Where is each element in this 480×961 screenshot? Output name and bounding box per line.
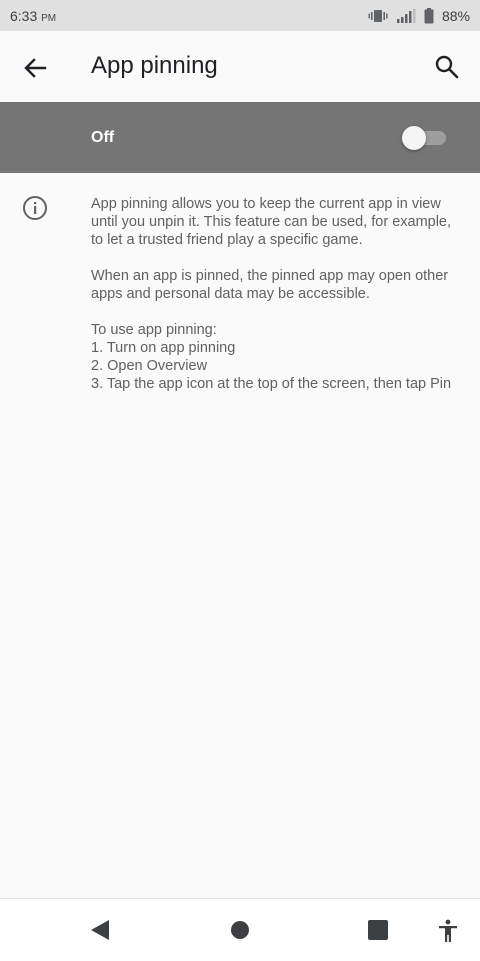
nav-recents-button[interactable] bbox=[366, 919, 390, 941]
description-paragraph-2: When an app is pinned, the pinned app ma… bbox=[91, 268, 449, 302]
nav-home-icon bbox=[231, 921, 249, 939]
back-button[interactable] bbox=[20, 53, 50, 83]
app-pinning-toggle[interactable] bbox=[402, 126, 448, 150]
navigation-bar bbox=[0, 898, 480, 961]
steps-intro: To use app pinning: bbox=[91, 322, 217, 338]
page-title: App pinning bbox=[91, 52, 218, 79]
battery-icon bbox=[424, 8, 434, 24]
step-item: 3. Tap the app icon at the top of the sc… bbox=[91, 376, 452, 392]
battery-percentage: 88% bbox=[441, 8, 470, 24]
step-item: 1. Turn on app pinning bbox=[91, 340, 236, 356]
toggle-thumb bbox=[402, 126, 426, 150]
description-paragraph-1: App pinning allows you to keep the curre… bbox=[91, 196, 452, 248]
nav-back-button[interactable] bbox=[88, 919, 112, 941]
accessibility-button[interactable] bbox=[436, 919, 460, 942]
search-button[interactable] bbox=[432, 52, 462, 82]
nav-back-icon bbox=[91, 920, 109, 940]
accessibility-icon bbox=[439, 919, 457, 942]
app-bar: App pinning bbox=[0, 31, 480, 102]
status-time-ampm: PM bbox=[41, 13, 57, 24]
info-icon bbox=[23, 196, 47, 220]
status-time: 6:33 PM bbox=[10, 8, 56, 24]
master-switch-bar[interactable]: Off bbox=[0, 102, 480, 173]
signal-icon bbox=[396, 9, 416, 23]
step-item: 2. Open Overview bbox=[91, 358, 208, 374]
nav-recents-icon bbox=[368, 920, 388, 940]
nav-home-button[interactable] bbox=[228, 919, 252, 941]
status-icons: 88% bbox=[368, 7, 470, 25]
search-icon bbox=[435, 55, 459, 79]
arrow-back-icon bbox=[24, 58, 47, 78]
status-time-value: 6:33 bbox=[10, 8, 38, 24]
vibrate-icon bbox=[368, 10, 388, 22]
status-bar: 6:33 PM 88% bbox=[0, 0, 480, 31]
description-text: App pinning allows you to keep the curre… bbox=[91, 195, 466, 393]
steps-list: 1. Turn on app pinning 2. Open Overview … bbox=[91, 339, 466, 393]
master-switch-label: Off bbox=[91, 129, 115, 146]
